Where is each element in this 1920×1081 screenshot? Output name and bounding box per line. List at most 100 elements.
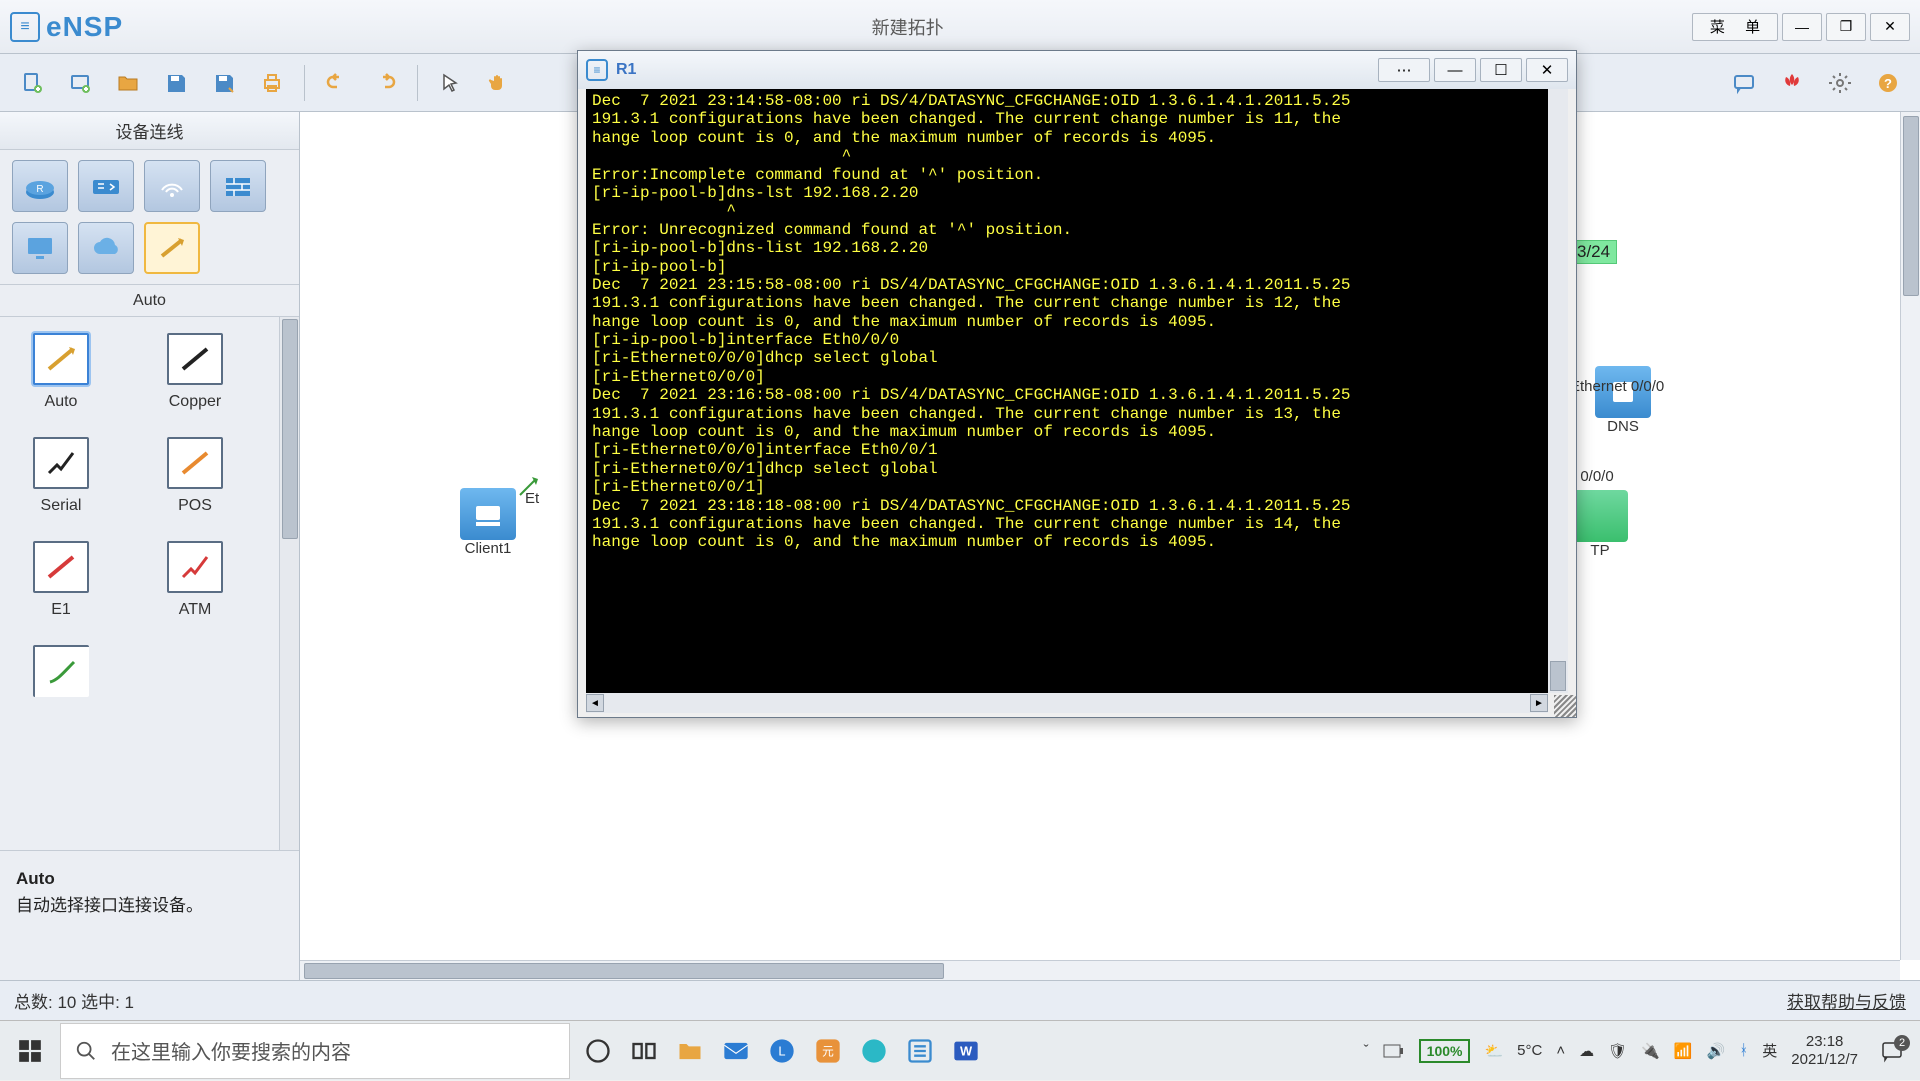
chat-button[interactable] (1724, 63, 1764, 103)
node-dns[interactable]: .COM DNS (1595, 366, 1651, 435)
taskbar-search[interactable]: 在这里输入你要搜索的内容 (60, 1023, 570, 1079)
network-badge: 3/24 (1570, 240, 1617, 264)
canvas-v-scrollbar[interactable] (1900, 112, 1920, 960)
device-list: Auto Copper Serial POS E1 ATM (0, 317, 299, 850)
pan-button[interactable] (478, 63, 518, 103)
toolbar-right: ? (1724, 63, 1908, 103)
app-teal-icon[interactable] (860, 1037, 888, 1065)
node-client1[interactable]: Client1 (460, 488, 516, 557)
notif-count: 2 (1894, 1035, 1910, 1051)
redo-button[interactable] (365, 63, 405, 103)
app-blue-icon[interactable]: L (768, 1037, 796, 1065)
terminal-minimize-button[interactable]: — (1434, 58, 1476, 82)
node-tp[interactable]: TP (1572, 490, 1628, 559)
device-copper[interactable]: Copper (150, 333, 240, 411)
terminal-content[interactable]: Dec 7 2021 23:14:58-08:00 ri DS/4/DATASY… (586, 89, 1568, 693)
terminal-title: R1 (616, 61, 636, 79)
device-atm[interactable]: ATM (150, 541, 240, 619)
taskbar-apps: L 元 W (570, 1037, 994, 1065)
explorer-icon[interactable] (676, 1037, 704, 1065)
open-button[interactable] (108, 63, 148, 103)
device-categories: R (0, 150, 299, 285)
terminal-v-scrollbar[interactable] (1548, 89, 1568, 693)
device-pos[interactable]: POS (150, 437, 240, 515)
clock-date: 2021/12/7 (1791, 1051, 1858, 1069)
app-orange-icon[interactable]: 元 (814, 1037, 842, 1065)
new-file-button[interactable] (12, 63, 52, 103)
status-help-link[interactable]: 获取帮助与反馈 (1787, 988, 1906, 1013)
save-as-button[interactable] (204, 63, 244, 103)
print-button[interactable] (252, 63, 292, 103)
separator (417, 65, 418, 101)
terminal-window: ≡ R1 ⋯ — ☐ ✕ Dec 7 2021 23:14:58-08:00 r… (577, 50, 1577, 718)
scroll-left-button[interactable]: ◄ (586, 694, 604, 712)
terminal-icon: ≡ (586, 59, 608, 81)
terminal-close-button[interactable]: ✕ (1526, 58, 1568, 82)
category-connection[interactable] (144, 222, 200, 274)
power-icon[interactable] (1383, 1042, 1405, 1060)
bluetooth-icon[interactable]: ᚼ (1739, 1042, 1748, 1059)
app-name: eNSP (46, 11, 123, 43)
ime-indicator[interactable]: 英 (1762, 1040, 1777, 1061)
sidebar-section-title: 设备连线 (0, 112, 299, 150)
power-tray-icon[interactable]: 🔌 (1641, 1042, 1660, 1060)
device-extra[interactable] (16, 645, 106, 697)
category-firewall[interactable] (210, 160, 266, 212)
help-button[interactable]: ? (1868, 63, 1908, 103)
close-button[interactable]: ✕ (1870, 13, 1910, 41)
restore-button[interactable]: ❐ (1826, 13, 1866, 41)
menu-button[interactable]: 菜 单 (1692, 13, 1778, 41)
svg-text:R: R (36, 184, 43, 195)
terminal-resize-handle[interactable] (1554, 695, 1576, 717)
separator (304, 65, 305, 101)
mail-icon[interactable] (722, 1037, 750, 1065)
tray-caret-icon[interactable]: ˇ (1364, 1042, 1369, 1059)
volume-icon[interactable]: 🔊 (1707, 1042, 1726, 1060)
node-label: Client1 (465, 540, 512, 557)
svg-text:?: ? (1884, 76, 1892, 91)
port-t000: t 0/0/0 (1572, 468, 1614, 485)
device-serial[interactable]: Serial (16, 437, 106, 515)
category-cloud[interactable] (78, 222, 134, 274)
huawei-button[interactable] (1772, 63, 1812, 103)
category-router[interactable]: R (12, 160, 68, 212)
terminal-options-button[interactable]: ⋯ (1378, 58, 1430, 82)
tray-expand-icon[interactable]: ˄ (1556, 1042, 1565, 1059)
word-icon[interactable]: W (952, 1037, 980, 1065)
category-pc[interactable] (12, 222, 68, 274)
task-view-icon[interactable] (630, 1037, 658, 1065)
scroll-right-button[interactable]: ► (1530, 694, 1548, 712)
wifi-icon[interactable]: 📶 (1674, 1042, 1693, 1060)
onedrive-icon[interactable]: ☁ (1579, 1042, 1594, 1060)
ensp-taskbar-icon[interactable] (906, 1037, 934, 1065)
device-e1[interactable]: E1 (16, 541, 106, 619)
terminal-titlebar[interactable]: ≡ R1 ⋯ — ☐ ✕ (578, 51, 1576, 89)
new-topo-button[interactable] (60, 63, 100, 103)
weather-icon[interactable]: ⛅ (1484, 1042, 1503, 1060)
battery-indicator[interactable]: 100% (1419, 1039, 1471, 1063)
pointer-button[interactable] (430, 63, 470, 103)
terminal-maximize-button[interactable]: ☐ (1480, 58, 1522, 82)
category-wlan[interactable] (144, 160, 200, 212)
save-button[interactable] (156, 63, 196, 103)
temperature[interactable]: 5°C (1517, 1042, 1542, 1059)
device-list-scrollbar[interactable] (279, 317, 299, 850)
taskbar-clock[interactable]: 23:18 2021/12/7 (1791, 1033, 1858, 1069)
device-auto[interactable]: Auto (16, 333, 106, 411)
settings-button[interactable] (1820, 63, 1860, 103)
status-count: 总数: 10 选中: 1 (14, 988, 134, 1013)
minimize-button[interactable]: — (1782, 13, 1822, 41)
start-button[interactable] (0, 1021, 60, 1081)
clock-time: 23:18 (1806, 1033, 1844, 1051)
terminal-window-buttons: ⋯ — ☐ ✕ (1378, 58, 1568, 82)
security-icon[interactable]: 🛡 (1608, 1042, 1627, 1060)
undo-button[interactable] (317, 63, 357, 103)
node-label: DNS (1607, 418, 1639, 435)
notifications-button[interactable]: 2 (1872, 1031, 1912, 1071)
port-eth000: Ethernet 0/0/0 (1570, 378, 1664, 395)
svg-text:W: W (960, 1043, 973, 1058)
terminal-h-scrollbar[interactable]: ◄ ► (586, 693, 1548, 713)
category-switch[interactable] (78, 160, 134, 212)
canvas-h-scrollbar[interactable] (300, 960, 1900, 980)
cortana-icon[interactable] (584, 1037, 612, 1065)
